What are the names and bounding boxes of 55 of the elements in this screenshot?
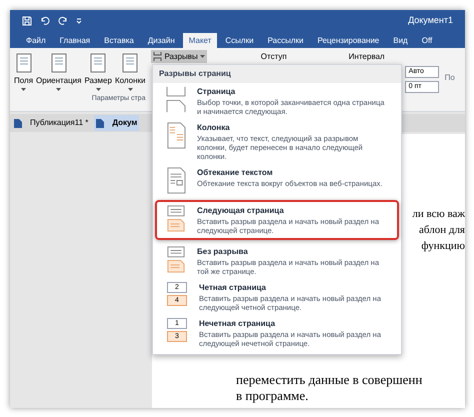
undo-icon[interactable] — [40, 16, 50, 26]
document-text: в программе. — [236, 388, 310, 404]
button-label: Поля — [14, 75, 34, 87]
ribbon-tab[interactable]: Дизайн — [142, 33, 181, 48]
document-text: ли всю важ — [412, 207, 465, 222]
ribbon-button[interactable]: Поля — [14, 52, 34, 91]
ribbon-tab[interactable]: Рецензирование — [311, 33, 386, 48]
menu-item-title: Нечетная страница — [199, 318, 276, 330]
caret-icon — [56, 88, 62, 91]
document-tab[interactable]: Публикация11 * — [12, 115, 90, 131]
caret-icon — [96, 88, 101, 91]
menu-item-title: Четная страница — [199, 282, 267, 294]
column-break-icon — [165, 122, 187, 149]
ribbon-tab[interactable]: Вид — [387, 33, 414, 48]
ribbon-button[interactable]: Колонки — [114, 52, 146, 91]
save-icon[interactable] — [22, 16, 32, 26]
ribbon-tab[interactable]: Макет — [182, 33, 218, 48]
document-text: функцию — [421, 239, 465, 254]
ribbon-button[interactable]: Размер — [84, 52, 112, 91]
button-label: Колонки — [114, 75, 146, 87]
ribbon-tab[interactable]: Вставка — [98, 33, 140, 48]
breaks-icon — [153, 52, 162, 61]
document-tab[interactable]: Докум — [94, 115, 140, 131]
caret-icon — [21, 88, 26, 91]
button-label: Размер — [84, 75, 112, 87]
menu-item-title: Обтекание текстом — [197, 167, 274, 179]
section-break-icon — [165, 246, 187, 273]
ribbon-tab[interactable]: Главная — [54, 33, 96, 48]
text-wrap-icon — [165, 167, 187, 194]
button-label: Ориентация — [36, 75, 82, 87]
indent-label: Отступ — [260, 51, 287, 63]
document-icon — [14, 118, 22, 128]
ribbon-tab[interactable]: Файл — [20, 33, 52, 48]
menu-item-title: Колонка — [197, 122, 231, 134]
ribbon-tab[interactable]: Off — [416, 33, 438, 48]
breaks-button[interactable]: Разрывы — [151, 50, 207, 63]
spacing-label: Интервал — [348, 51, 386, 63]
menu-header: Разрывы страниц — [153, 65, 401, 83]
customize-icon[interactable] — [76, 18, 82, 24]
document-text: аблон для — [419, 223, 465, 238]
caret-icon — [128, 88, 133, 91]
caret-icon — [200, 55, 205, 58]
window-title: Документ1 — [408, 14, 453, 28]
menu-item-title: Без разрыва — [197, 246, 249, 258]
document-icon — [96, 118, 104, 128]
document-text: переместить данные в совершенн — [236, 372, 424, 388]
ribbon-button[interactable]: Ориентация — [36, 52, 82, 91]
page-break-icon — [165, 86, 187, 113]
ribbon-tab[interactable]: Рассылки — [262, 33, 310, 48]
menu-item-title: Следующая страница — [197, 205, 285, 217]
ribbon-tab[interactable]: Ссылки — [219, 33, 260, 48]
group-label: По — [444, 72, 455, 84]
section-break-icon — [165, 205, 187, 232]
redo-icon[interactable] — [58, 16, 68, 26]
menu-item-title: Страница — [197, 86, 236, 98]
